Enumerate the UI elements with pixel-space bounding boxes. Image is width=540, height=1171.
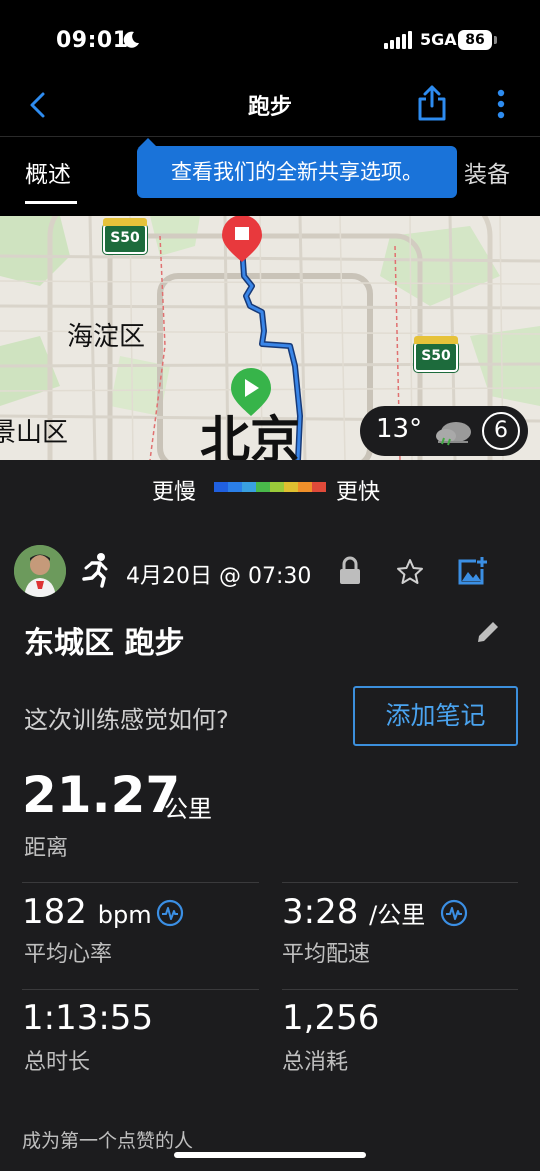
calories-label: 总消耗 [282, 1050, 349, 1075]
map-label-beijing: 北京 [200, 411, 300, 460]
activity-date: 4月20日 @ 07:30 [126, 564, 312, 589]
calories-value: 1,256 [282, 998, 380, 1038]
lock-icon[interactable] [338, 556, 362, 586]
share-tooltip[interactable]: 查看我们的全新共享选项。 [137, 146, 457, 198]
speed-legend: 更慢 更快 [0, 460, 540, 514]
heart-rate-value: 182 [22, 892, 87, 932]
divider [22, 989, 259, 990]
share-icon[interactable] [416, 84, 448, 122]
heart-rate-unit: bpm [97, 901, 152, 929]
add-photo-icon[interactable] [456, 556, 488, 586]
page-title: 跑步 [247, 95, 292, 120]
activity-name: 东城区 跑步 [24, 626, 185, 661]
divider [282, 989, 518, 990]
pace-unit: /公里 [369, 901, 426, 929]
tab-gear[interactable]: 装备 [464, 155, 510, 189]
heart-rate-chart-icon[interactable] [156, 899, 184, 927]
avatar[interactable] [14, 545, 66, 597]
divider [22, 882, 259, 883]
add-note-button[interactable]: 添加笔记 [353, 686, 518, 746]
more-options-icon[interactable] [496, 88, 506, 120]
cloudy-icon [436, 422, 471, 446]
speed-gradient-segment [228, 482, 242, 492]
road-shield-s50: S50 [103, 218, 147, 254]
star-icon[interactable] [396, 558, 424, 586]
legend-slower: 更慢 [152, 480, 197, 505]
speed-gradient-bar [214, 482, 326, 492]
distance-label: 距离 [24, 836, 69, 861]
battery-tip [494, 36, 497, 44]
status-time: 09:01 [56, 28, 129, 53]
pace-value: 3:28 [282, 892, 359, 932]
speed-gradient-segment [298, 482, 312, 492]
speed-gradient-segment [270, 482, 284, 492]
road-shield-s50: S50 [414, 336, 458, 372]
heart-rate-label: 平均心率 [24, 942, 113, 967]
weather-badge: 13° 6 [360, 406, 528, 456]
duration-label: 总时长 [24, 1050, 91, 1075]
legend-faster: 更快 [336, 480, 381, 505]
distance-value: 21.27 [22, 766, 181, 824]
speed-gradient-segment [312, 482, 326, 492]
heart-rate-stat: 182 bpm [22, 892, 152, 932]
wind-level-badge: 6 [482, 412, 520, 450]
home-indicator[interactable] [174, 1152, 366, 1158]
pace-chart-icon[interactable] [440, 899, 468, 927]
status-bar: 09:01 5GA 86 [0, 0, 540, 80]
speed-gradient-segment [214, 482, 228, 492]
weather-temp: 13° [376, 414, 423, 444]
speed-gradient-segment [256, 482, 270, 492]
running-icon [82, 553, 108, 588]
distance-unit: 公里 [164, 795, 212, 823]
map-label-haidian: 海淀区 [67, 322, 146, 352]
tab-active-indicator [25, 201, 77, 204]
kudos-prompt[interactable]: 成为第一个点赞的人 [22, 1126, 193, 1153]
network-label: 5GA [420, 30, 457, 49]
edit-pencil-icon[interactable] [474, 618, 502, 646]
map-label-jingshan: 景山区 [0, 418, 69, 448]
feel-question: 这次训练感觉如何? [24, 706, 229, 734]
duration-value: 1:13:55 [22, 998, 154, 1038]
signal-icon [384, 31, 412, 49]
pace-label: 平均配速 [282, 942, 371, 967]
divider [282, 882, 518, 883]
navigation-bar: 跑步 [0, 80, 540, 136]
speed-gradient-segment [284, 482, 298, 492]
pace-stat: 3:28 /公里 [282, 892, 425, 932]
tab-overview[interactable]: 概述 [25, 155, 71, 189]
speed-gradient-segment [242, 482, 256, 492]
route-map[interactable]: S50 S50 海淀区 景山区 北京 13° 6 [0, 216, 540, 460]
moon-icon [123, 31, 139, 48]
battery-icon: 86 [458, 30, 492, 50]
